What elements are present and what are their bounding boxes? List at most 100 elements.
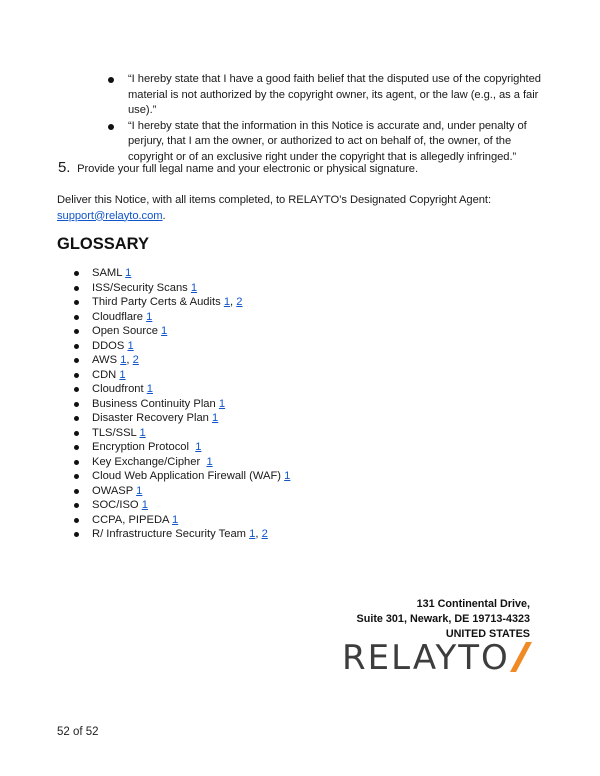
glossary-item: Third Party Certs & Audits 1, 2 [74, 295, 290, 310]
glossary-item: AWS 1, 2 [74, 353, 290, 368]
bullet-icon [108, 123, 114, 130]
glossary-item: Encryption Protocol 1 [74, 440, 290, 455]
glossary-item: Open Source 1 [74, 324, 290, 339]
bullet-icon [74, 387, 79, 392]
glossary-item: Cloudflare 1 [74, 310, 290, 325]
logo-slash-icon [510, 642, 532, 672]
glossary-ref-link[interactable]: 2 [236, 296, 242, 308]
glossary-term: Cloudflare [92, 310, 143, 323]
bullet-icon [74, 459, 79, 465]
glossary-ref-link[interactable]: 1 [142, 499, 148, 511]
glossary-ref-link[interactable]: 1 [284, 470, 290, 482]
glossary-item: CDN 1 [74, 368, 290, 383]
bullet-icon [74, 300, 79, 305]
deliver-end: . [162, 209, 166, 222]
notice-statement-accuracy: “I hereby state that the information in … [104, 119, 544, 166]
bullet-icon [74, 430, 79, 436]
glossary-term: R/ Infrastructure Security Team [92, 528, 246, 540]
glossary-term: Open Source [92, 325, 158, 337]
glossary-item: SAML 1 [74, 266, 290, 281]
glossary-ref-link[interactable]: 2 [262, 528, 268, 540]
deliver-text: Deliver this Notice, with all items comp… [57, 194, 492, 206]
glossary-ref-link[interactable]: 1 [119, 369, 125, 381]
glossary-term: SAML [92, 267, 123, 279]
glossary-item: R/ Infrastructure Security Team 1, 2 [74, 527, 290, 542]
glossary-term: OWASP [92, 484, 134, 497]
glossary-ref-link[interactable]: 1 [212, 412, 218, 424]
bullet-icon [74, 285, 79, 291]
glossary-item: DDOS 1 [74, 339, 290, 354]
bullet-icon [74, 271, 79, 276]
bullet-icon [74, 343, 79, 349]
glossary-term: TLS/SSL [92, 426, 137, 439]
glossary-ref-link[interactable]: 1 [206, 456, 212, 468]
glossary-item: Cloudfront 1 [74, 382, 290, 397]
bullet-icon [74, 488, 79, 494]
glossary-term: DDOS [92, 339, 125, 352]
glossary-term: Key Exchange/Cipher [92, 455, 201, 468]
glossary-term: Encryption Protocol [92, 441, 190, 453]
bullet-icon [74, 503, 79, 508]
glossary-ref-link[interactable]: 1 [191, 282, 197, 294]
item-number: 5. [58, 159, 71, 176]
address-line-2: Suite 301, Newark, DE 19713-4323 [356, 613, 530, 625]
glossary-item: Cloud Web Application Firewall (WAF) 1 [74, 469, 290, 484]
bullet-icon [74, 445, 79, 450]
glossary-ref-link[interactable]: 1 [219, 398, 225, 410]
page-number: 52 of 52 [57, 726, 99, 738]
glossary-list: SAML 1 ISS/Security Scans 1 Third Party Ce… [74, 266, 290, 542]
address-line-1: 131 Continental Drive, [416, 598, 530, 610]
glossary-term: SOC/ISO [92, 499, 139, 511]
glossary-item: Disaster Recovery Plan 1 [74, 411, 290, 426]
bullet-icon [74, 358, 79, 363]
glossary-ref-link[interactable]: 1 [161, 325, 167, 337]
relayto-logo: RELAYTO [342, 640, 532, 676]
bullet-icon [74, 532, 79, 537]
bullet-icon [74, 329, 79, 334]
glossary-item: CCPA, PIPEDA 1 [74, 513, 290, 528]
support-email-link[interactable]: support@relayto.com [57, 210, 163, 222]
bullet-icon [74, 517, 79, 523]
bullet-icon [108, 77, 114, 83]
notice-statement-list: “I hereby state that I have a good faith… [104, 72, 544, 166]
company-address: 131 Continental Drive, Suite 301, Newark… [357, 597, 530, 642]
glossary-ref-link[interactable]: 1 [136, 485, 142, 497]
glossary-heading: GLOSSARY [57, 235, 149, 253]
glossary-term: ISS/Security Scans [92, 281, 188, 294]
glossary-item: ISS/Security Scans 1 [74, 281, 290, 296]
bullet-icon [74, 372, 79, 378]
logo-wordmark: RELAYTO [342, 638, 510, 678]
document-page: “I hereby state that I have a good faith… [0, 0, 600, 776]
glossary-ref-link[interactable]: 1 [172, 514, 178, 526]
glossary-item: OWASP 1 [74, 484, 290, 499]
glossary-item: Business Continuity Plan 1 [74, 397, 290, 412]
notice-item-5: 5. Provide your full legal name and your… [58, 160, 558, 178]
glossary-ref-link[interactable]: 1 [125, 267, 131, 279]
glossary-term: Third Party Certs & Audits [92, 296, 221, 308]
bullet-icon [74, 474, 79, 479]
glossary-term: CDN [92, 368, 117, 381]
bullet-icon [74, 416, 79, 421]
notice-statement-good-faith: “I hereby state that I have a good faith… [104, 72, 544, 119]
glossary-ref-link[interactable]: 1 [139, 427, 145, 439]
statement-text: “I hereby state that the information in … [128, 119, 527, 163]
item-text: Provide your full legal name and your el… [77, 163, 419, 175]
glossary-term: Business Continuity Plan [92, 397, 216, 410]
glossary-ref-link[interactable]: 1 [127, 340, 133, 352]
glossary-ref-link[interactable]: 1 [147, 383, 153, 395]
glossary-ref-link[interactable]: 1 [195, 441, 201, 453]
glossary-term: CCPA, PIPEDA [92, 513, 169, 526]
bullet-icon [74, 401, 79, 407]
bullet-icon [74, 314, 79, 320]
glossary-term: Cloud Web Application Firewall (WAF) [92, 470, 282, 482]
deliver-instructions: Deliver this Notice, with all items comp… [57, 193, 557, 224]
glossary-term: Cloudfront [92, 383, 144, 395]
glossary-term: AWS [92, 354, 118, 366]
glossary-ref-link[interactable]: 2 [133, 354, 139, 366]
glossary-ref-link[interactable]: 1 [146, 311, 152, 323]
glossary-item: TLS/SSL 1 [74, 426, 290, 441]
glossary-item: SOC/ISO 1 [74, 498, 290, 513]
glossary-item: Key Exchange/Cipher 1 [74, 455, 290, 470]
statement-text: “I hereby state that I have a good faith… [128, 73, 541, 117]
glossary-term: Disaster Recovery Plan [92, 412, 209, 424]
